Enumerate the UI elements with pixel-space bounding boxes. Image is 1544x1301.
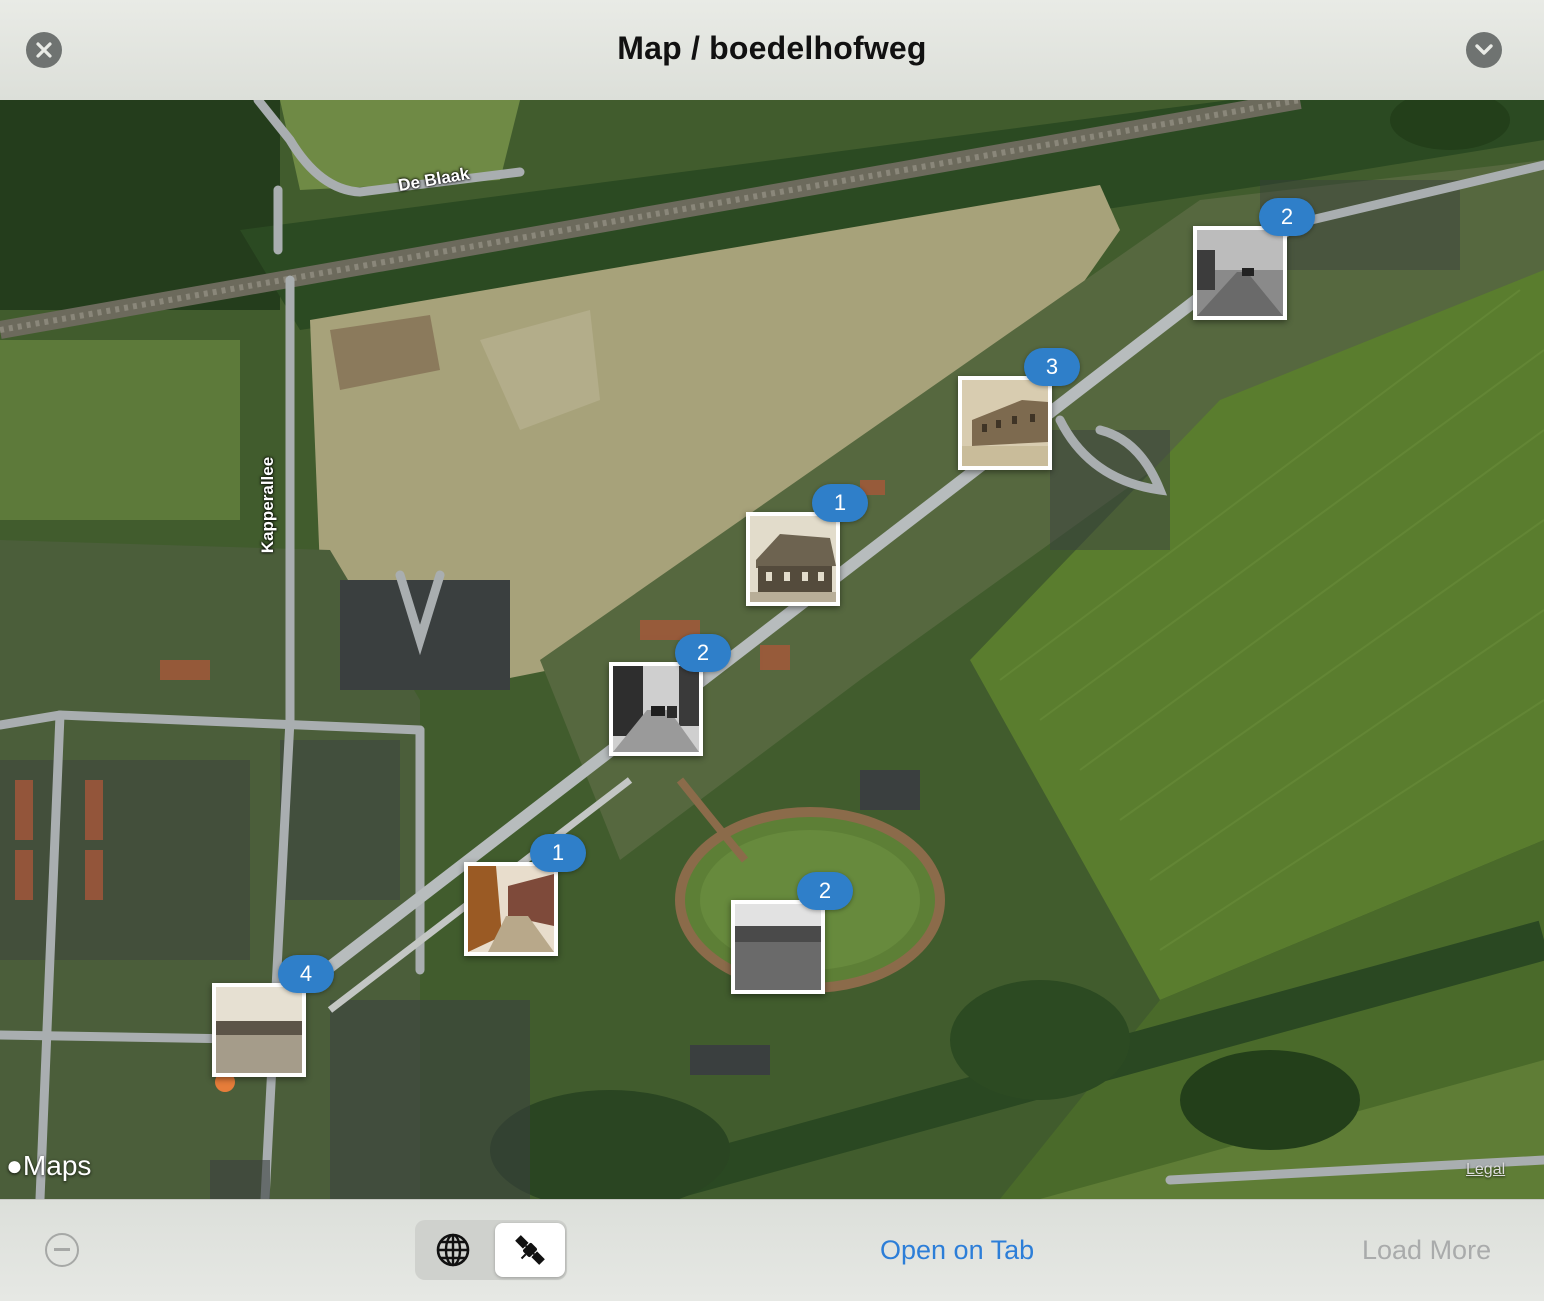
photo-count-badge: 3 [1024,348,1080,386]
satellite-map-button[interactable] [495,1223,565,1277]
maps-attribution: ●Maps [6,1150,92,1181]
apple-logo-icon: ● [6,1150,23,1181]
photo-thumbnail[interactable] [731,900,825,994]
photo-count-badge: 2 [675,634,731,672]
photo-count-badge: 4 [278,955,334,993]
page-title: Map / boedelhofweg [617,30,927,66]
photo-marker[interactable]: 2 [731,872,853,994]
title-bar: Map / boedelhofweg [0,0,1544,101]
photo-count-badge: 2 [797,872,853,910]
zoom-out-button[interactable] [45,1233,79,1267]
photo-thumbnail[interactable] [746,512,840,606]
legal-link[interactable]: Legal [1466,1161,1505,1179]
photo-thumbnail[interactable] [212,983,306,1077]
photo-count-badge: 1 [530,834,586,872]
photo-marker[interactable]: 1 [746,484,868,606]
photo-marker[interactable]: 2 [609,634,731,756]
photo-thumbnail[interactable] [958,376,1052,470]
satellite-icon [515,1235,545,1265]
photo-thumbnail[interactable] [464,862,558,956]
standard-map-button[interactable] [418,1223,488,1277]
photo-marker[interactable]: 1 [464,834,586,956]
minus-icon [54,1248,70,1251]
road-label-kapperallee: Kapperallee [258,456,278,554]
map-type-segmented-control [415,1220,567,1280]
load-more-button[interactable]: Load More [1362,1235,1491,1266]
photo-count-badge: 2 [1259,198,1315,236]
globe-icon [436,1233,470,1267]
photo-marker[interactable]: 4 [212,955,334,1077]
photo-count-badge: 1 [812,484,868,522]
open-on-tab-button[interactable]: Open on Tab [880,1235,1034,1266]
satellite-map[interactable]: De Blaak Kapperallee 2 3 1 2 1 2 4 ●Maps… [0,100,1544,1199]
bottom-toolbar: Open on Tab Load More [0,1199,1544,1301]
photo-thumbnail[interactable] [609,662,703,756]
photo-marker[interactable]: 3 [958,348,1080,470]
photo-marker[interactable]: 2 [1193,198,1315,320]
photo-thumbnail[interactable] [1193,226,1287,320]
collapse-button[interactable] [1466,32,1502,68]
chevron-down-icon [1475,44,1493,55]
